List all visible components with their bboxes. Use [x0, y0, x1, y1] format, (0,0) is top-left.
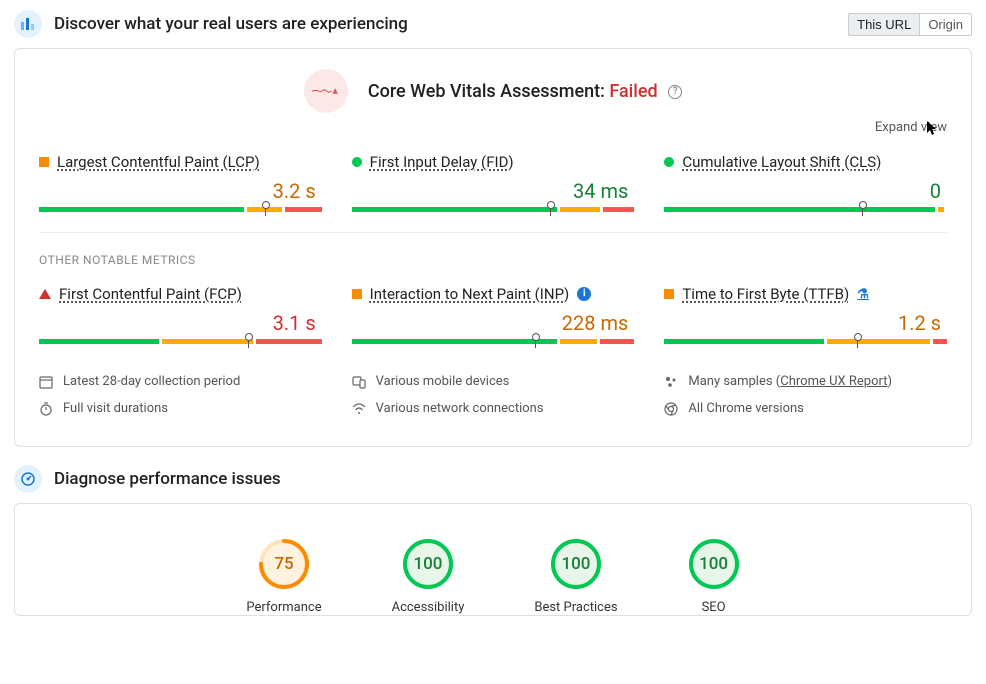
collection-period: Latest 28-day collection period	[39, 374, 322, 389]
gauge-performance[interactable]: 75 Performance	[246, 538, 321, 615]
flask-icon[interactable]: ⚗	[857, 287, 869, 302]
data-source-footer: Latest 28-day collection period Full vis…	[39, 374, 947, 428]
circle-icon	[352, 157, 362, 167]
diagnose-icon	[14, 465, 42, 493]
diagnose-header: Diagnose performance issues	[14, 465, 972, 493]
metric-top-2: Cumulative Layout Shift (CLS) 0	[664, 153, 947, 212]
square-icon	[39, 157, 49, 167]
circle-icon	[664, 157, 674, 167]
help-icon[interactable]: ?	[668, 85, 682, 99]
origin-button[interactable]: Origin	[919, 13, 972, 36]
metric-name-link[interactable]: Largest Contentful Paint (LCP)	[57, 153, 260, 171]
footer-col-2: Various mobile devices Various network c…	[352, 374, 635, 428]
this-url-button[interactable]: This URL	[848, 13, 919, 36]
metric-other-2: Time to First Byte (TTFB) ⚗ 1.2 s	[664, 285, 947, 344]
field-data-card: Core Web Vitals Assessment: Failed ? Exp…	[14, 48, 972, 447]
calendar-icon	[39, 375, 53, 389]
gauge-label: Best Practices	[534, 600, 617, 615]
other-metrics-row: First Contentful Paint (FCP) 3.1 s Inter…	[39, 285, 947, 344]
percentile-marker	[535, 335, 536, 348]
visit-durations: Full visit durations	[39, 401, 322, 416]
square-icon	[664, 289, 674, 299]
metric-top-0: Largest Contentful Paint (LCP) 3.2 s	[39, 153, 322, 212]
triangle-icon	[39, 289, 51, 299]
other-metrics-label: OTHER NOTABLE METRICS	[39, 253, 947, 267]
chrome-versions: All Chrome versions	[664, 401, 947, 416]
cwv-title-prefix: Core Web Vitals Assessment:	[368, 81, 610, 102]
metric-other-0: First Contentful Paint (FCP) 3.1 s	[39, 285, 322, 344]
cwv-header: Core Web Vitals Assessment: Failed ?	[39, 69, 947, 113]
gauges-row: 75 Performance 100 Accessibility 100 Bes…	[39, 538, 947, 615]
metric-value: 3.2 s	[39, 179, 322, 203]
distribution-bar	[664, 207, 947, 212]
distribution-bar	[664, 339, 947, 344]
expand-row: Expand view	[39, 119, 947, 135]
discover-icon	[14, 10, 42, 38]
view-toggle: This URL Origin	[848, 13, 972, 36]
percentile-marker	[862, 203, 863, 216]
metric-name-link[interactable]: Interaction to Next Paint (INP)	[370, 285, 570, 303]
metric-value: 1.2 s	[664, 311, 947, 335]
wifi-icon	[352, 402, 366, 416]
discover-title: Discover what your real users are experi…	[54, 14, 848, 34]
lighthouse-card: 75 Performance 100 Accessibility 100 Bes…	[14, 503, 972, 616]
square-icon	[352, 289, 362, 299]
cwv-title: Core Web Vitals Assessment: Failed ?	[368, 81, 682, 102]
distribution-bar	[39, 339, 322, 344]
devices-icon	[352, 375, 366, 389]
distribution-bar	[352, 339, 635, 344]
gauge-label: Accessibility	[392, 600, 465, 615]
gauge-seo[interactable]: 100 SEO	[688, 538, 740, 615]
gauge-accessibility[interactable]: 100 Accessibility	[392, 538, 465, 615]
info-icon[interactable]: i	[577, 287, 591, 301]
cwv-status: Failed	[609, 81, 657, 102]
percentile-marker	[248, 335, 249, 348]
samples-icon	[664, 375, 678, 389]
gauge-label: Performance	[246, 600, 321, 615]
samples-info: Many samples (Chrome UX Report)	[664, 374, 947, 389]
metric-name-link[interactable]: First Input Delay (FID)	[370, 153, 514, 171]
diagnose-title: Diagnose performance issues	[54, 469, 972, 489]
metric-other-1: Interaction to Next Paint (INP) i 228 ms	[352, 285, 635, 344]
gauge-value: 100	[402, 538, 454, 590]
timer-icon	[39, 402, 53, 416]
metric-name-link[interactable]: First Contentful Paint (FCP)	[59, 285, 242, 303]
metric-value: 3.1 s	[39, 311, 322, 335]
gauge-value: 100	[550, 538, 602, 590]
cwv-fail-icon	[304, 69, 348, 113]
gauge-value: 100	[688, 538, 740, 590]
distribution-bar	[352, 207, 635, 212]
metric-value: 228 ms	[352, 311, 635, 335]
percentile-marker	[550, 203, 551, 216]
percentile-marker	[857, 335, 858, 348]
core-metrics-row: Largest Contentful Paint (LCP) 3.2 s Fir…	[39, 153, 947, 212]
chrome-icon	[664, 402, 678, 416]
gauge-label: SEO	[702, 600, 726, 615]
metric-top-1: First Input Delay (FID) 34 ms	[352, 153, 635, 212]
gauge-value: 75	[258, 538, 310, 590]
mobile-devices: Various mobile devices	[352, 374, 635, 389]
network-connections: Various network connections	[352, 401, 635, 416]
metric-name-link[interactable]: Time to First Byte (TTFB)	[682, 285, 849, 303]
footer-col-3: Many samples (Chrome UX Report) All Chro…	[664, 374, 947, 428]
discover-header: Discover what your real users are experi…	[14, 10, 972, 38]
divider	[39, 232, 947, 233]
metric-value: 0	[664, 179, 947, 203]
gauge-best practices[interactable]: 100 Best Practices	[534, 538, 617, 615]
distribution-bar	[39, 207, 322, 212]
footer-col-1: Latest 28-day collection period Full vis…	[39, 374, 322, 428]
metric-value: 34 ms	[352, 179, 635, 203]
expand-view-link[interactable]: Expand view	[875, 120, 947, 135]
crux-report-link[interactable]: Chrome UX Report	[780, 374, 887, 389]
percentile-marker	[265, 203, 266, 216]
metric-name-link[interactable]: Cumulative Layout Shift (CLS)	[682, 153, 881, 171]
